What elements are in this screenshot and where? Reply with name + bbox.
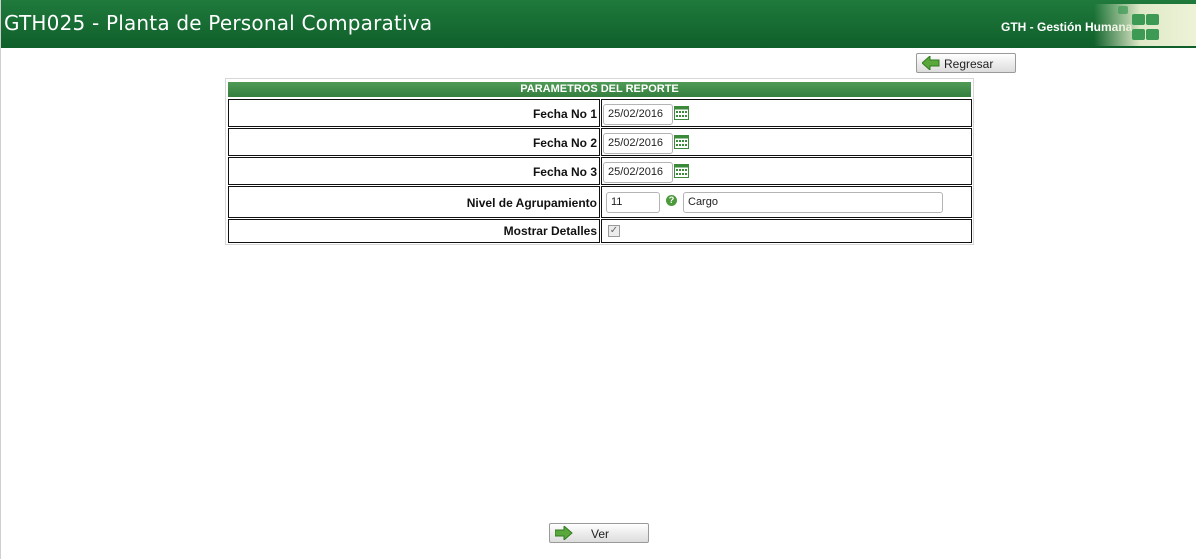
calendar-icon[interactable] <box>674 106 689 120</box>
view-button-label: Ver <box>591 527 610 541</box>
fecha2-label: Fecha No 2 <box>532 136 597 150</box>
fecha3-label-cell: Fecha No 3 <box>228 157 600 185</box>
nivel-label: Nivel de Agrupamiento <box>466 196 597 210</box>
report-parameters-panel: PARAMETROS DEL REPORTE Fecha No 1 25/02/… <box>225 78 974 245</box>
nivel-code-input[interactable]: 11 <box>606 192 660 213</box>
fecha1-field-cell: 25/02/2016 <box>601 99 972 127</box>
fecha3-label: Fecha No 3 <box>532 165 597 179</box>
back-button[interactable]: Regresar <box>916 53 1016 73</box>
show-details-checkbox[interactable]: ✓ <box>608 225 620 237</box>
module-logo <box>1094 4 1196 46</box>
help-icon[interactable]: ? <box>666 195 677 206</box>
nivel-label-cell: Nivel de Agrupamiento <box>228 186 600 218</box>
view-button[interactable]: Ver <box>549 523 649 543</box>
nivel-field-cell: 11 ? Cargo <box>601 186 972 218</box>
page-title: GTH025 - Planta de Personal Comparativa <box>4 11 433 35</box>
detalles-label-cell: Mostrar Detalles <box>228 219 600 243</box>
fecha3-field-cell: 25/02/2016 <box>601 157 972 185</box>
fecha1-label: Fecha No 1 <box>532 107 597 121</box>
section-header: PARAMETROS DEL REPORTE <box>228 82 971 97</box>
fecha1-label-cell: Fecha No 1 <box>228 99 600 127</box>
nivel-description-input[interactable]: Cargo <box>683 192 943 213</box>
calendar-icon[interactable] <box>674 135 689 149</box>
detalles-field-cell: ✓ <box>601 219 972 243</box>
app-header: GTH025 - Planta de Personal Comparativa … <box>1 0 1196 48</box>
calendar-icon[interactable] <box>674 164 689 178</box>
fecha2-input[interactable]: 25/02/2016 <box>603 133 673 154</box>
detalles-label: Mostrar Detalles <box>503 224 597 238</box>
fecha2-field-cell: 25/02/2016 <box>601 128 972 156</box>
arrow-right-icon <box>554 524 573 543</box>
fecha1-input[interactable]: 25/02/2016 <box>603 104 673 125</box>
arrow-left-icon <box>921 54 940 73</box>
fecha3-input[interactable]: 25/02/2016 <box>603 162 673 183</box>
fecha2-label-cell: Fecha No 2 <box>228 128 600 156</box>
back-button-label: Regresar <box>944 57 994 71</box>
